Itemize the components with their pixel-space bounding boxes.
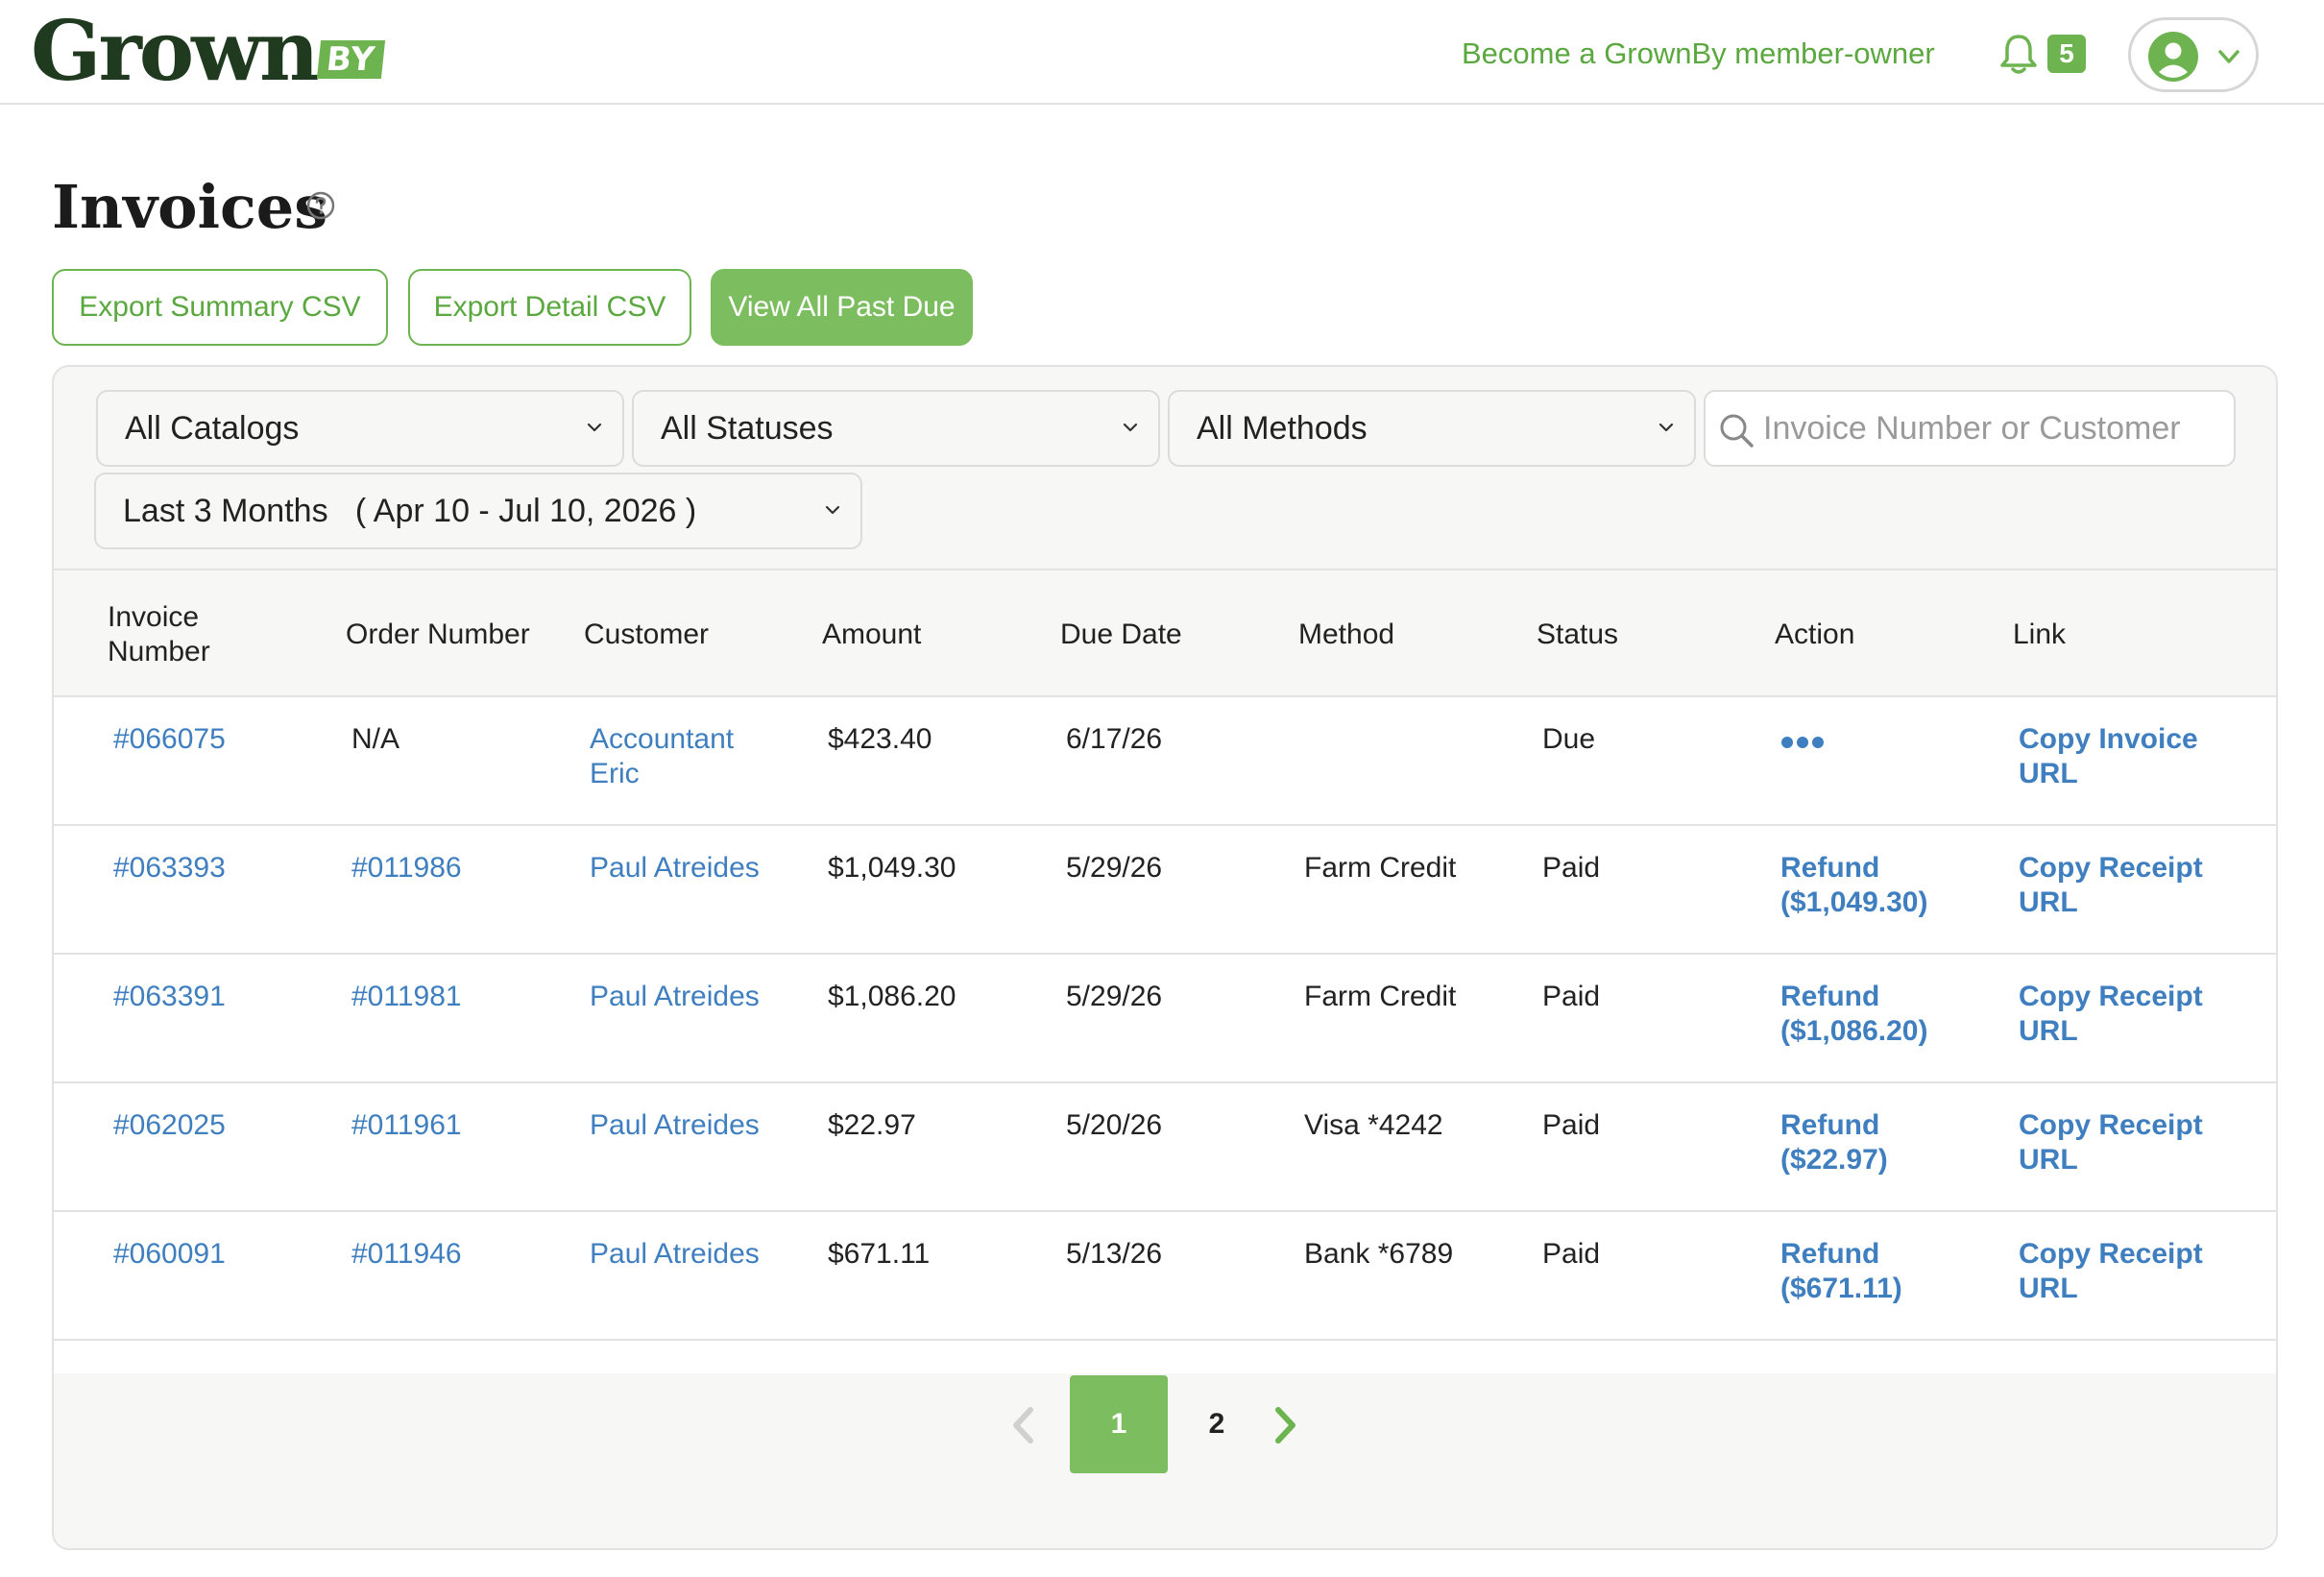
due-date: 6/17/26 [1066,723,1163,755]
status: Paid [1542,852,1601,884]
copy-receipt-url-link[interactable]: Copy Receipt URL [2019,980,2239,1049]
table-row: #063391 #011981 Paul Atreides $1,086.20 … [54,955,2276,1083]
status: Paid [1542,981,1601,1012]
due-date: 5/29/26 [1066,981,1163,1012]
more-dots-icon[interactable] [1780,736,1828,749]
method: Farm Credit [1304,852,1457,884]
catalogs-select[interactable]: All Catalogs [96,390,624,467]
avatar-icon [2148,32,2198,82]
order-number-link[interactable]: #011961 [351,1108,462,1143]
chevron-down-icon [1658,423,1674,432]
due-date: 5/13/26 [1066,1238,1163,1270]
bell-icon[interactable] [1999,33,2038,75]
top-header: Grown BY Become a GrownBy member-owner 5 [0,0,2324,105]
account-menu-button[interactable] [2128,17,2259,92]
col-customer: Customer [584,619,710,650]
view-all-past-due-button[interactable]: View All Past Due [711,269,973,346]
copy-invoice-url-link[interactable]: Copy Invoice URL [2019,722,2239,791]
date-range-label: Last 3 Months [123,493,328,529]
amount: $1,049.30 [828,852,956,884]
help-icon[interactable] [305,190,336,221]
amount: $1,086.20 [828,981,956,1012]
table-row: #060091 #011946 Paul Atreides $671.11 5/… [54,1212,2276,1341]
member-owner-link[interactable]: Become a GrownBy member-owner [1462,36,1935,71]
amount: $423.40 [828,723,932,755]
notification-count-badge[interactable]: 5 [2047,35,2086,73]
invoices-table: Invoice Number Order Number Customer Amo… [54,569,2276,1373]
col-link: Link [2013,619,2067,650]
table-row: #066075 N/A Accountant Eric $423.40 6/17… [54,697,2276,826]
statuses-select-value: All Statuses [661,410,834,447]
logo-badge: BY [316,40,385,79]
customer-link[interactable]: Paul Atreides [590,980,760,1014]
amount: $671.11 [828,1238,931,1270]
col-due-date: Due Date [1060,619,1182,650]
catalogs-select-value: All Catalogs [125,410,300,447]
customer-link[interactable]: Paul Atreides [590,1237,760,1272]
statuses-select[interactable]: All Statuses [632,390,1160,467]
method: Bank *6789 [1304,1238,1454,1270]
table-row-partial [54,1341,2276,1373]
order-number: N/A [351,723,400,755]
invoices-panel: All Catalogs All Statuses All Methods La… [52,365,2278,1550]
search-input[interactable] [1763,400,2224,457]
methods-select-value: All Methods [1197,410,1368,447]
chevron-down-icon [2218,50,2239,63]
refund-link[interactable]: Refund ($1,049.30) [1780,851,1973,920]
method: Visa *4242 [1304,1109,1443,1141]
invoice-number-link[interactable]: #063391 [113,980,226,1014]
method: Farm Credit [1304,981,1457,1012]
invoice-number-link[interactable]: #062025 [113,1108,226,1143]
order-number-link[interactable]: #011946 [351,1237,462,1272]
col-invoice-number: Invoice Number [108,601,210,667]
order-number-link[interactable]: #011986 [351,851,462,886]
grownby-logo[interactable]: Grown BY [31,3,385,100]
chevron-down-icon [825,505,840,515]
page-current[interactable]: 1 [1070,1375,1168,1473]
date-range-select[interactable]: Last 3 Months ( Apr 10 - Jul 10, 2026 ) [94,473,862,549]
page-next-number[interactable]: 2 [1183,1375,1250,1473]
customer-link[interactable]: Paul Atreides [590,1108,760,1143]
refund-link[interactable]: Refund ($1,086.20) [1780,980,1973,1049]
refund-link[interactable]: Refund ($22.97) [1780,1108,1973,1177]
col-amount: Amount [822,619,922,650]
methods-select[interactable]: All Methods [1168,390,1696,467]
col-status: Status [1537,619,1619,650]
logo-word: Grown [31,3,320,100]
pagination: 1 2 [54,1375,2276,1473]
invoice-number-link[interactable]: #066075 [113,722,226,757]
export-detail-csv-button[interactable]: Export Detail CSV [408,269,691,346]
refund-link[interactable]: Refund ($671.11) [1780,1237,1973,1306]
invoice-search[interactable] [1704,390,2236,467]
col-action: Action [1775,619,1855,650]
export-summary-csv-button[interactable]: Export Summary CSV [52,269,388,346]
table-header: Invoice Number Order Number Customer Amo… [54,569,2276,697]
col-method: Method [1298,619,1395,650]
date-range-dates: ( Apr 10 - Jul 10, 2026 ) [354,493,697,529]
search-icon [1720,414,1754,448]
due-date: 5/20/26 [1066,1109,1163,1141]
customer-link[interactable]: Paul Atreides [590,851,760,886]
table-row: #062025 #011961 Paul Atreides $22.97 5/2… [54,1083,2276,1212]
status: Paid [1542,1238,1601,1270]
copy-receipt-url-link[interactable]: Copy Receipt URL [2019,1108,2239,1177]
copy-receipt-url-link[interactable]: Copy Receipt URL [2019,1237,2239,1306]
col-order-number: Order Number [346,619,530,650]
status: Due [1542,723,1596,755]
due-date: 5/29/26 [1066,852,1163,884]
table-row: #063393 #011986 Paul Atreides $1,049.30 … [54,826,2276,955]
invoice-number-link[interactable]: #063393 [113,851,226,886]
customer-link[interactable]: Accountant Eric [590,722,782,791]
chevron-right-icon[interactable] [1266,1404,1304,1446]
status: Paid [1542,1109,1601,1141]
chevron-left-icon[interactable] [1005,1404,1043,1446]
chevron-down-icon [587,423,602,432]
chevron-down-icon [1123,423,1138,432]
amount: $22.97 [828,1109,916,1141]
invoice-number-link[interactable]: #060091 [113,1237,226,1272]
order-number-link[interactable]: #011981 [351,980,462,1014]
page-title: Invoices [52,172,328,242]
copy-receipt-url-link[interactable]: Copy Receipt URL [2019,851,2239,920]
